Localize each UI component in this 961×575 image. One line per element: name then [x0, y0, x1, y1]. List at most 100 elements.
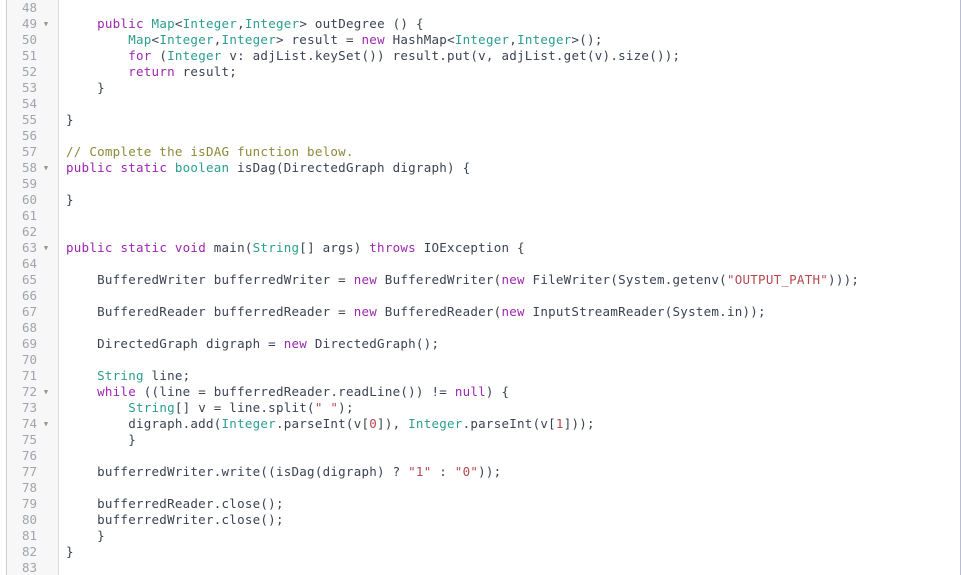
token-pln [66, 368, 97, 383]
code-text: Map<Integer,Integer> result = new HashMa… [66, 32, 603, 48]
code-line[interactable]: 82▼} [0, 544, 960, 560]
line-number: 57 [21, 144, 37, 159]
token-pln: } [66, 544, 74, 559]
code-line[interactable]: 83▼ [0, 560, 960, 575]
code-line[interactable]: 74 ▼ digraph.add(Integer.parseInt(v[0]), … [0, 416, 960, 432]
code-line[interactable]: 59▼ [0, 176, 960, 192]
token-kw: for [128, 48, 152, 63]
fold-arrow-icon[interactable]: ▼ [41, 16, 51, 32]
token-type: boolean [174, 160, 230, 175]
fold-arrow-icon[interactable]: ▼ [41, 240, 51, 256]
code-line[interactable]: 68▼ [0, 320, 960, 336]
token-pln: )); [478, 464, 502, 479]
code-line[interactable]: 56▼ [0, 128, 960, 144]
line-number: 52 [21, 64, 37, 79]
code-line[interactable]: 54▼ [0, 96, 960, 112]
line-number: 69 [21, 336, 37, 351]
line-number: 56 [21, 128, 37, 143]
code-line[interactable]: 52▼ return result; [0, 64, 960, 80]
code-line[interactable]: 63 ▼ public static void main(String[] args… [0, 240, 960, 256]
code-line[interactable]: 53▼ } [0, 80, 960, 96]
line-number: 65 [21, 272, 37, 287]
token-kw: static [120, 160, 168, 175]
code-text: DirectedGraph digraph = new DirectedGrap… [66, 336, 439, 352]
code-text: digraph.add(Integer.parseInt(v[0]), Inte… [66, 416, 595, 432]
code-line[interactable]: 60▼} [0, 192, 960, 208]
fold-arrow-icon[interactable]: ▼ [41, 416, 51, 432]
line-number: 81 [21, 528, 37, 543]
code-line[interactable]: 65▼ BufferedWriter bufferredWriter = new… [0, 272, 960, 288]
token-pln: ) { [485, 384, 510, 399]
code-line[interactable]: 66▼ [0, 288, 960, 304]
token-pln: } [66, 528, 105, 543]
line-number: 71 [21, 368, 37, 383]
token-pln: .parseInt(v[ [275, 416, 370, 431]
line-number: 49 [21, 16, 37, 31]
code-text: public static void main(String[] args) t… [66, 240, 525, 256]
token-pln: ); [338, 400, 354, 415]
token-pln: isDag(DirectedGraph digraph) { [229, 160, 471, 175]
code-line[interactable]: 79▼ bufferredReader.close(); [0, 496, 960, 512]
line-number: 53 [21, 80, 37, 95]
token-pln: DirectedGraph digraph = [66, 336, 284, 351]
code-lines-container[interactable]: 48▼49▼ public Map<Integer,Integer> outDe… [0, 0, 960, 575]
code-line[interactable]: 70▼ [0, 352, 960, 368]
code-line[interactable]: 51▼ for (Integer v: adjList.keySet()) re… [0, 48, 960, 64]
code-text: // Complete the isDAG function below. [66, 144, 354, 160]
line-number: 77 [21, 464, 37, 479]
token-str: "OUTPUT_PATH" [726, 272, 829, 287]
token-str: "1" [408, 464, 432, 479]
code-line[interactable]: 55▼} [0, 112, 960, 128]
code-line[interactable]: 73▼ String[] v = line.split(" "); [0, 400, 960, 416]
code-line[interactable]: 80▼ bufferredWriter.close(); [0, 512, 960, 528]
code-line[interactable]: 50▼ Map<Integer,Integer> result = new Ha… [0, 32, 960, 48]
code-line[interactable]: 58 ▼ public static boolean isDag(DirectedG… [0, 160, 960, 176]
code-line[interactable]: 81▼ } [0, 528, 960, 544]
code-text: return result; [66, 64, 237, 80]
code-line[interactable]: 76▼ [0, 448, 960, 464]
line-number: 70 [21, 352, 37, 367]
token-kw: while [97, 384, 136, 399]
code-line[interactable]: 78▼ [0, 480, 960, 496]
code-editor[interactable]: 48▼49▼ public Map<Integer,Integer> outDe… [0, 0, 961, 575]
code-line[interactable]: 62▼ [0, 224, 960, 240]
line-number: 59 [21, 176, 37, 191]
token-pln: , [237, 16, 245, 31]
token-kw: new [501, 272, 525, 287]
code-line[interactable]: 57▼// Complete the isDAG function below. [0, 144, 960, 160]
line-number: 68 [21, 320, 37, 335]
code-line[interactable]: 77▼ bufferredWriter.write((isDag(digraph… [0, 464, 960, 480]
fold-arrow-icon[interactable]: ▼ [41, 160, 51, 176]
token-pln: , [509, 32, 518, 47]
code-text: while ((line = bufferredReader.readLine(… [66, 384, 509, 400]
token-num: 0 [369, 416, 378, 431]
token-type: Integer [408, 416, 463, 431]
code-line[interactable]: 71▼ String line; [0, 368, 960, 384]
code-text: bufferredWriter.write((isDag(digraph) ? … [66, 464, 501, 480]
token-pln: >(); [571, 32, 603, 47]
fold-arrow-icon[interactable]: ▼ [41, 384, 51, 400]
token-pln: ))); [828, 272, 860, 287]
code-line[interactable]: 61▼ [0, 208, 960, 224]
token-type: Map [151, 16, 175, 31]
token-kw: public [97, 16, 144, 31]
code-line[interactable]: 48▼ [0, 0, 960, 16]
code-line[interactable]: 72 ▼ while ((line = bufferredReader.readL… [0, 384, 960, 400]
line-number: 67 [21, 304, 37, 319]
token-kw: public [66, 240, 113, 255]
code-text: BufferedWriter bufferredWriter = new Buf… [66, 272, 859, 288]
code-line[interactable]: 75▼ } [0, 432, 960, 448]
token-pln: ]), [377, 416, 409, 431]
code-text: public static boolean isDag(DirectedGrap… [66, 160, 470, 176]
code-line[interactable]: 49 ▼ public Map<Integer,Integer> outDegre… [0, 16, 960, 32]
line-number: 80 [21, 512, 37, 527]
code-line[interactable]: 69▼ DirectedGraph digraph = new Directed… [0, 336, 960, 352]
code-text: bufferredWriter.close(); [66, 512, 284, 528]
token-pln [66, 32, 128, 47]
token-type: Integer [454, 32, 510, 47]
token-pln: } [66, 112, 74, 127]
token-kw: void [174, 240, 206, 255]
code-line[interactable]: 67▼ BufferedReader bufferredReader = new… [0, 304, 960, 320]
code-text: BufferedReader bufferredReader = new Buf… [66, 304, 766, 320]
code-line[interactable]: 64▼ [0, 256, 960, 272]
